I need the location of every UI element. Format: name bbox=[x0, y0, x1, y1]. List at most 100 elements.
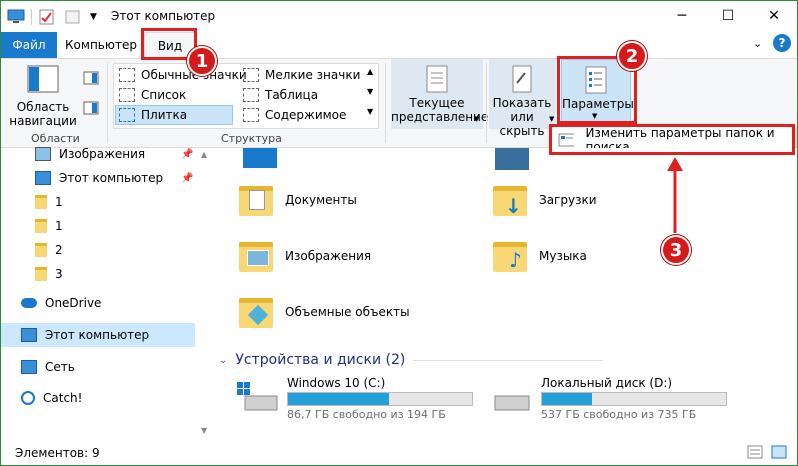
chevron-down-icon: ⌄ bbox=[219, 354, 228, 366]
layout-tiles[interactable]: Плитка bbox=[115, 105, 233, 125]
documents-icon bbox=[237, 180, 277, 220]
minimize-button[interactable]: ─ bbox=[659, 1, 705, 31]
show-hide-dropdown-icon[interactable]: ▼ bbox=[549, 115, 554, 123]
nav-item-this-pc-quick[interactable]: Этот компьютер 📌 bbox=[1, 166, 197, 190]
layout-small-icons[interactable]: Мелкие значки bbox=[243, 65, 360, 85]
layout-details[interactable]: Таблица bbox=[243, 85, 318, 105]
explorer-window: ▼ Этот компьютер ─ ☐ ✕ Файл Компьютер Ви… bbox=[0, 0, 798, 466]
layout-label: Содержимое bbox=[265, 108, 347, 122]
cloud-icon bbox=[21, 298, 37, 308]
layout-label: Список bbox=[141, 88, 187, 102]
layout-content[interactable]: Содержимое bbox=[243, 105, 346, 125]
nav-label: 3 bbox=[55, 267, 63, 281]
quick-access-toolbar: ▼ bbox=[7, 7, 97, 27]
content-pane: Документы ↓ Загрузки Изображения ♪ Музык… bbox=[215, 148, 797, 438]
scroll-down-icon[interactable]: ▼ bbox=[201, 426, 207, 435]
gallery-scroll-down-icon[interactable]: ▼ bbox=[367, 87, 373, 96]
navigation-pane-button[interactable]: Область навигации bbox=[9, 65, 77, 128]
nav-item-pictures[interactable]: Изображения 📌 bbox=[1, 142, 197, 166]
small-icons-icon bbox=[243, 68, 259, 82]
preview-pane-icon[interactable] bbox=[83, 71, 99, 85]
folder-label: Загрузки bbox=[539, 193, 597, 207]
network-icon bbox=[21, 360, 37, 374]
ribbon-tabs: Файл Компьютер Вид ⌄ ? bbox=[1, 32, 797, 59]
maximize-button[interactable]: ☐ bbox=[705, 1, 751, 31]
scroll-up-icon[interactable]: ▲ bbox=[201, 150, 207, 159]
nav-item-folder-2[interactable]: 2 bbox=[1, 238, 197, 262]
nav-label: 2 bbox=[55, 243, 63, 257]
nav-item-onedrive[interactable]: OneDrive bbox=[1, 291, 197, 315]
qat-dropdown-icon[interactable]: ▼ bbox=[90, 12, 97, 22]
current-view-dropdown-icon[interactable]: ▼ bbox=[474, 115, 479, 123]
show-hide-label: Показать или скрыть bbox=[492, 96, 552, 138]
pin-icon: 📌 bbox=[181, 172, 194, 184]
folder-label: Изображения bbox=[285, 249, 372, 263]
show-hide-button[interactable]: Показать или скрыть bbox=[489, 59, 555, 138]
tab-computer[interactable]: Компьютер bbox=[61, 32, 141, 58]
layout-label: Плитка bbox=[141, 108, 188, 122]
folder-icon bbox=[35, 219, 47, 233]
details-pane-icon[interactable] bbox=[83, 101, 99, 115]
folder-pictures[interactable]: Изображения bbox=[237, 236, 371, 276]
close-button[interactable]: ✕ bbox=[751, 1, 797, 31]
gallery-scroll-up-icon[interactable]: ▲ bbox=[367, 67, 373, 76]
drive-name: Локальный диск (D:) bbox=[541, 376, 673, 390]
drive-usage-bar bbox=[287, 392, 473, 406]
layout-list[interactable]: Список bbox=[119, 85, 186, 105]
nav-label: Catch! bbox=[43, 391, 83, 405]
tiles-icon bbox=[119, 108, 135, 122]
drive-c[interactable]: Windows 10 (C:) 86,7 ГБ свободно из 194 … bbox=[235, 376, 473, 421]
nav-item-folder-1[interactable]: 1 bbox=[1, 190, 197, 214]
show-hide-icon bbox=[512, 65, 532, 93]
item-count: Элементов: 9 bbox=[15, 446, 100, 460]
layout-medium-icons[interactable]: Обычные значки bbox=[119, 65, 247, 85]
folder-icon bbox=[35, 195, 47, 209]
folder-downloads[interactable]: ↓ Загрузки bbox=[491, 180, 597, 220]
nav-item-catch[interactable]: Catch! bbox=[1, 386, 197, 410]
list-icon bbox=[119, 88, 135, 102]
nav-item-network[interactable]: Сеть bbox=[1, 355, 197, 379]
gallery-more-icon[interactable]: ▼ bbox=[367, 107, 373, 116]
downloads-icon: ↓ bbox=[491, 180, 531, 220]
folder-music[interactable]: ♪ Музыка bbox=[491, 236, 587, 276]
nav-label: Сеть bbox=[45, 360, 75, 374]
pictures-icon bbox=[237, 236, 277, 276]
help-icon[interactable]: ? bbox=[773, 34, 791, 52]
annotation-arrow bbox=[667, 157, 683, 233]
folder-icon bbox=[35, 267, 47, 281]
nav-item-folder-1b[interactable]: 1 bbox=[1, 214, 197, 238]
new-folder-icon[interactable] bbox=[64, 9, 82, 25]
layout-label: Таблица bbox=[265, 88, 319, 102]
video-icon bbox=[495, 148, 529, 170]
computer-icon bbox=[21, 328, 37, 342]
properties-icon[interactable] bbox=[38, 9, 56, 25]
computer-icon bbox=[7, 9, 25, 23]
nav-label: Изображения bbox=[59, 147, 146, 161]
nav-item-folder-3[interactable]: 3 bbox=[1, 262, 197, 286]
collapse-ribbon-icon[interactable]: ⌄ bbox=[753, 37, 762, 50]
nav-label: OneDrive bbox=[45, 296, 102, 310]
drive-d[interactable]: Локальный диск (D:) 537 ГБ свободно из 7… bbox=[489, 376, 727, 421]
details-icon bbox=[243, 88, 259, 102]
folder-documents[interactable]: Документы bbox=[237, 180, 357, 220]
folder-3d-objects[interactable]: Объемные объекты bbox=[237, 292, 410, 332]
drive-usage-bar bbox=[541, 392, 727, 406]
tab-file[interactable]: Файл bbox=[1, 32, 57, 58]
content-icon bbox=[243, 108, 259, 122]
group-layout-label: Структура bbox=[221, 132, 282, 145]
drive-free-space: 86,7 ГБ свободно из 194 ГБ bbox=[287, 408, 446, 421]
large-icons-view-icon[interactable] bbox=[771, 445, 787, 459]
nav-item-this-pc[interactable]: Этот компьютер bbox=[1, 323, 195, 347]
layout-label: Мелкие значки bbox=[265, 68, 361, 82]
pin-icon: 📌 bbox=[181, 148, 194, 160]
nav-scrollbar[interactable]: ▲ ▼ bbox=[198, 148, 213, 438]
devices-header-label: Устройства и диски (2) bbox=[235, 352, 406, 368]
catch-icon bbox=[21, 391, 35, 405]
current-view-button[interactable]: Текущее представление bbox=[391, 59, 488, 129]
folder-label: Музыка bbox=[539, 249, 587, 263]
pictures-icon bbox=[35, 147, 51, 161]
details-view-icon[interactable] bbox=[747, 445, 763, 459]
system-drive-icon bbox=[237, 382, 278, 411]
nav-label: Этот компьютер bbox=[59, 171, 164, 185]
devices-header[interactable]: ⌄ Устройства и диски (2) bbox=[219, 352, 604, 368]
